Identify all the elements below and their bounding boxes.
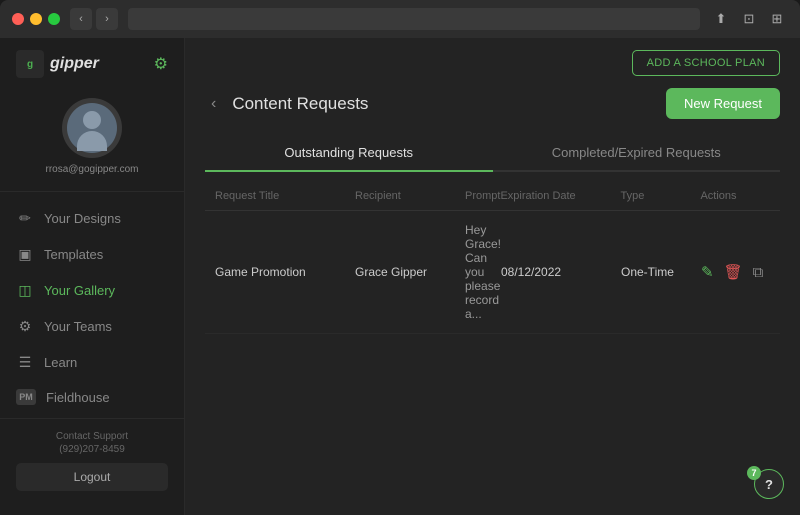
content-header: ‹ Content Requests New Request: [205, 88, 780, 119]
sidebar-item-label: Learn: [44, 355, 77, 370]
logo-area: g gipper: [16, 50, 99, 78]
avatar-image: [67, 103, 117, 153]
sidebar-item-learn[interactable]: ☰ Learn: [8, 344, 176, 380]
avatar: [62, 98, 122, 158]
tab-completed-expired-requests[interactable]: Completed/Expired Requests: [493, 135, 781, 170]
window-actions: ⬆ ⊡ ⊞: [710, 8, 788, 30]
back-nav-button[interactable]: ‹: [70, 8, 92, 30]
page-title: Content Requests: [232, 94, 368, 114]
new-tab-icon[interactable]: ⊞: [766, 8, 788, 30]
pencil-icon: ✏: [16, 209, 34, 227]
help-button[interactable]: 7 ?: [754, 469, 784, 499]
duplicate-icon[interactable]: ⊡: [738, 8, 760, 30]
add-school-plan-button[interactable]: ADD A SCHOOL PLAN: [632, 50, 780, 76]
table-row: Game Promotion Grace Gipper Hey Grace! C…: [205, 211, 780, 334]
nav-items: ✏ Your Designs ▣ Templates ◫ Your Galler…: [0, 200, 184, 418]
top-bar: ADD A SCHOOL PLAN: [185, 38, 800, 88]
phone-number: (929)207-8459: [16, 444, 168, 455]
sidebar-item-fieldhouse[interactable]: PM Fieldhouse: [8, 380, 176, 414]
help-label: ?: [765, 477, 773, 492]
sidebar-item-label: Templates: [44, 247, 103, 262]
tab-outstanding-requests[interactable]: Outstanding Requests: [205, 135, 493, 170]
gallery-icon: ◫: [16, 281, 34, 299]
forward-nav-button[interactable]: ›: [96, 8, 118, 30]
sidebar-footer: Contact Support (929)207-8459 Logout: [0, 418, 184, 503]
app-container: g gipper ⚙ rrosa@gogipper.com ✏ Your Des…: [0, 38, 800, 515]
settings-icon[interactable]: ⚙: [154, 54, 168, 74]
table-header: Request Title Recipient Prompt Expiratio…: [205, 182, 780, 211]
delete-icon[interactable]: 🗑: [724, 263, 743, 281]
col-recipient: Recipient: [355, 190, 465, 202]
avatar-person: [72, 108, 112, 148]
user-email: rrosa@gogipper.com: [46, 164, 139, 175]
cell-type: One-Time: [621, 265, 701, 279]
maximize-button[interactable]: [48, 13, 60, 25]
avatar-body: [77, 131, 107, 151]
cell-actions: ✎ 🗑 ⧉: [701, 263, 781, 281]
col-type: Type: [620, 190, 700, 202]
main-content: ADD A SCHOOL PLAN ‹ Content Requests New…: [185, 38, 800, 515]
table-container: Request Title Recipient Prompt Expiratio…: [205, 182, 780, 334]
cell-prompt: Hey Grace! Can you please record a...: [465, 223, 501, 321]
sidebar-item-label: Your Designs: [44, 211, 121, 226]
sidebar-item-your-designs[interactable]: ✏ Your Designs: [8, 200, 176, 236]
tabs-container: Outstanding Requests Completed/Expired R…: [205, 135, 780, 172]
sidebar-item-your-gallery[interactable]: ◫ Your Gallery: [8, 272, 176, 308]
sidebar-header: g gipper ⚙: [0, 50, 184, 90]
cell-request-title: Game Promotion: [215, 265, 355, 279]
grid-icon: ▣: [16, 245, 34, 263]
address-bar[interactable]: [128, 8, 700, 30]
content-area: ‹ Content Requests New Request Outstandi…: [185, 88, 800, 515]
new-request-button[interactable]: New Request: [666, 88, 780, 119]
teams-icon: ⚙: [16, 317, 34, 335]
cell-expiration-date: 08/12/2022: [501, 265, 621, 279]
sidebar-item-label: Fieldhouse: [46, 390, 110, 405]
sidebar: g gipper ⚙ rrosa@gogipper.com ✏ Your Des…: [0, 38, 185, 515]
traffic-lights: [12, 13, 60, 25]
sidebar-item-label: Your Gallery: [44, 283, 115, 298]
col-prompt: Prompt: [465, 190, 500, 202]
col-actions: Actions: [700, 190, 780, 202]
avatar-section: rrosa@gogipper.com: [0, 90, 184, 192]
window-chrome: ‹ › ⬆ ⊡ ⊞: [0, 0, 800, 38]
logo-text: gipper: [50, 55, 99, 73]
learn-icon: ☰: [16, 353, 34, 371]
copy-icon[interactable]: ⧉: [753, 264, 764, 281]
fieldhouse-icon: PM: [16, 389, 36, 405]
logout-button[interactable]: Logout: [16, 463, 168, 491]
sidebar-item-label: Your Teams: [44, 319, 112, 334]
col-request-title: Request Title: [215, 190, 355, 202]
nav-buttons: ‹ ›: [70, 8, 118, 30]
share-icon[interactable]: ⬆: [710, 8, 732, 30]
avatar-head: [83, 111, 101, 129]
contact-support-label: Contact Support: [16, 431, 168, 442]
col-expiration-date: Expiration Date: [500, 190, 620, 202]
sidebar-item-your-teams[interactable]: ⚙ Your Teams: [8, 308, 176, 344]
edit-icon[interactable]: ✎: [701, 263, 714, 281]
back-button[interactable]: ‹: [205, 93, 222, 115]
close-button[interactable]: [12, 13, 24, 25]
cell-recipient: Grace Gipper: [355, 265, 465, 279]
logo-icon: g: [16, 50, 44, 78]
help-badge: 7: [747, 466, 761, 480]
back-and-title: ‹ Content Requests: [205, 93, 368, 115]
minimize-button[interactable]: [30, 13, 42, 25]
sidebar-item-templates[interactable]: ▣ Templates: [8, 236, 176, 272]
